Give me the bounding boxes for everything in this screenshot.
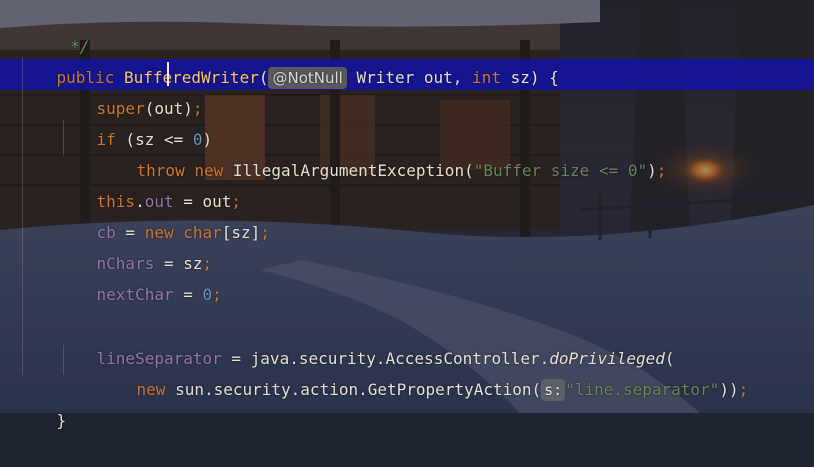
param-sz: sz) { [500,68,559,87]
code-line-5[interactable]: throw new IllegalArgumentException("Buff… [98,124,667,180]
code-line-10[interactable]: lineSeparator = java.security.AccessCont… [58,312,675,368]
paren: ( [258,68,269,87]
code-line-2[interactable]: public BufferedWriter(@NotNull Writer ou… [18,31,559,89]
keyword-int: int [472,68,501,87]
param-writer: Writer out, [356,68,473,87]
semicolon: ; [212,285,222,304]
field-nextchar: nextChar [96,285,174,304]
code-line-7[interactable]: cb = new char[sz]; [58,186,270,242]
code-line-3[interactable]: super(out); [58,62,203,118]
code-line-8[interactable]: nChars = sz; [58,217,213,273]
code-line-12[interactable]: } [18,374,67,430]
parameter-hint[interactable]: s: [541,379,566,401]
text-caret [167,62,169,86]
code-line-6[interactable]: this.out = out; [58,155,242,211]
number-literal: 0 [202,285,213,304]
code-editor[interactable]: */ public BufferedWriter(@NotNull Writer… [0,0,814,430]
semicolon: ; [656,161,667,180]
semicolon: ; [260,223,270,242]
closing-brace: } [56,411,67,430]
code-line-9[interactable]: nextChar = 0; [58,248,222,304]
string-literal: "line.separator" [565,380,720,399]
equals: = [173,285,203,304]
get-property-action: sun.security.action.GetPropertyAction( [165,380,542,399]
semicolon: ; [738,380,749,399]
code-line-4[interactable]: if (sz <= 0) [58,93,213,149]
paren-close: )) [719,380,739,399]
code-line-11[interactable]: new sun.security.action.GetPropertyActio… [98,343,748,401]
notnull-annotation[interactable]: @NotNull [268,67,347,89]
code-line-1[interactable]: */ [22,0,89,56]
keyword-new: new [136,380,166,399]
exception-class: IllegalArgumentException( [223,161,474,180]
paren-close: ) [647,161,657,180]
string-literal: "Buffer size <= 0" [473,161,648,180]
array-size: [sz] [221,223,261,242]
